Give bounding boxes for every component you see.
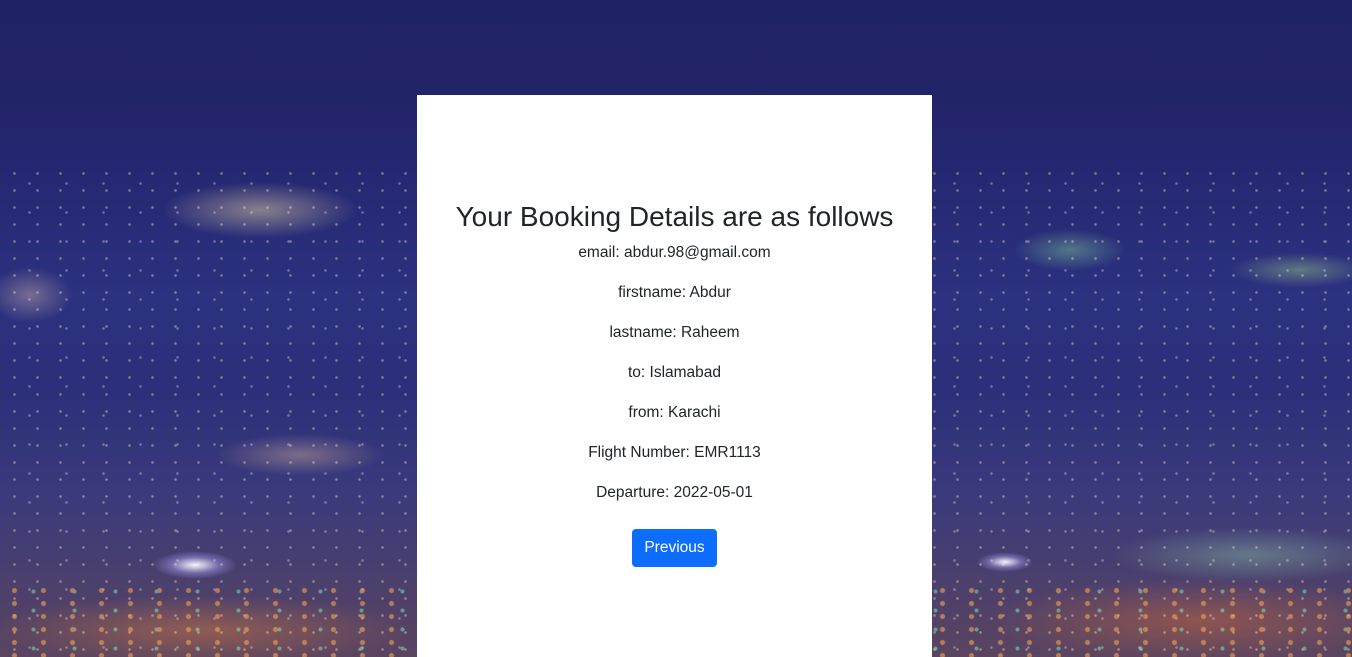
firstname-detail: firstname: Abdur (618, 284, 731, 301)
flight-number-detail: Flight Number: EMR1113 (588, 444, 761, 461)
destination-detail: to: Islamabad (627, 364, 722, 381)
departure-detail: Departure: 2022-05-01 (596, 484, 753, 501)
email-detail: email: abdur.98@gmail.com (578, 244, 771, 261)
page-title: Your Booking Details are as follows (455, 201, 894, 232)
booking-details-card: Your Booking Details are as follows emai… (417, 95, 932, 657)
booking-details-list: email: abdur.98@gmail.com firstname: Abd… (417, 238, 932, 518)
origin-detail: from: Karachi (628, 404, 721, 421)
lastname-detail: lastname: Raheem (609, 324, 740, 341)
previous-button[interactable]: Previous (632, 529, 717, 567)
